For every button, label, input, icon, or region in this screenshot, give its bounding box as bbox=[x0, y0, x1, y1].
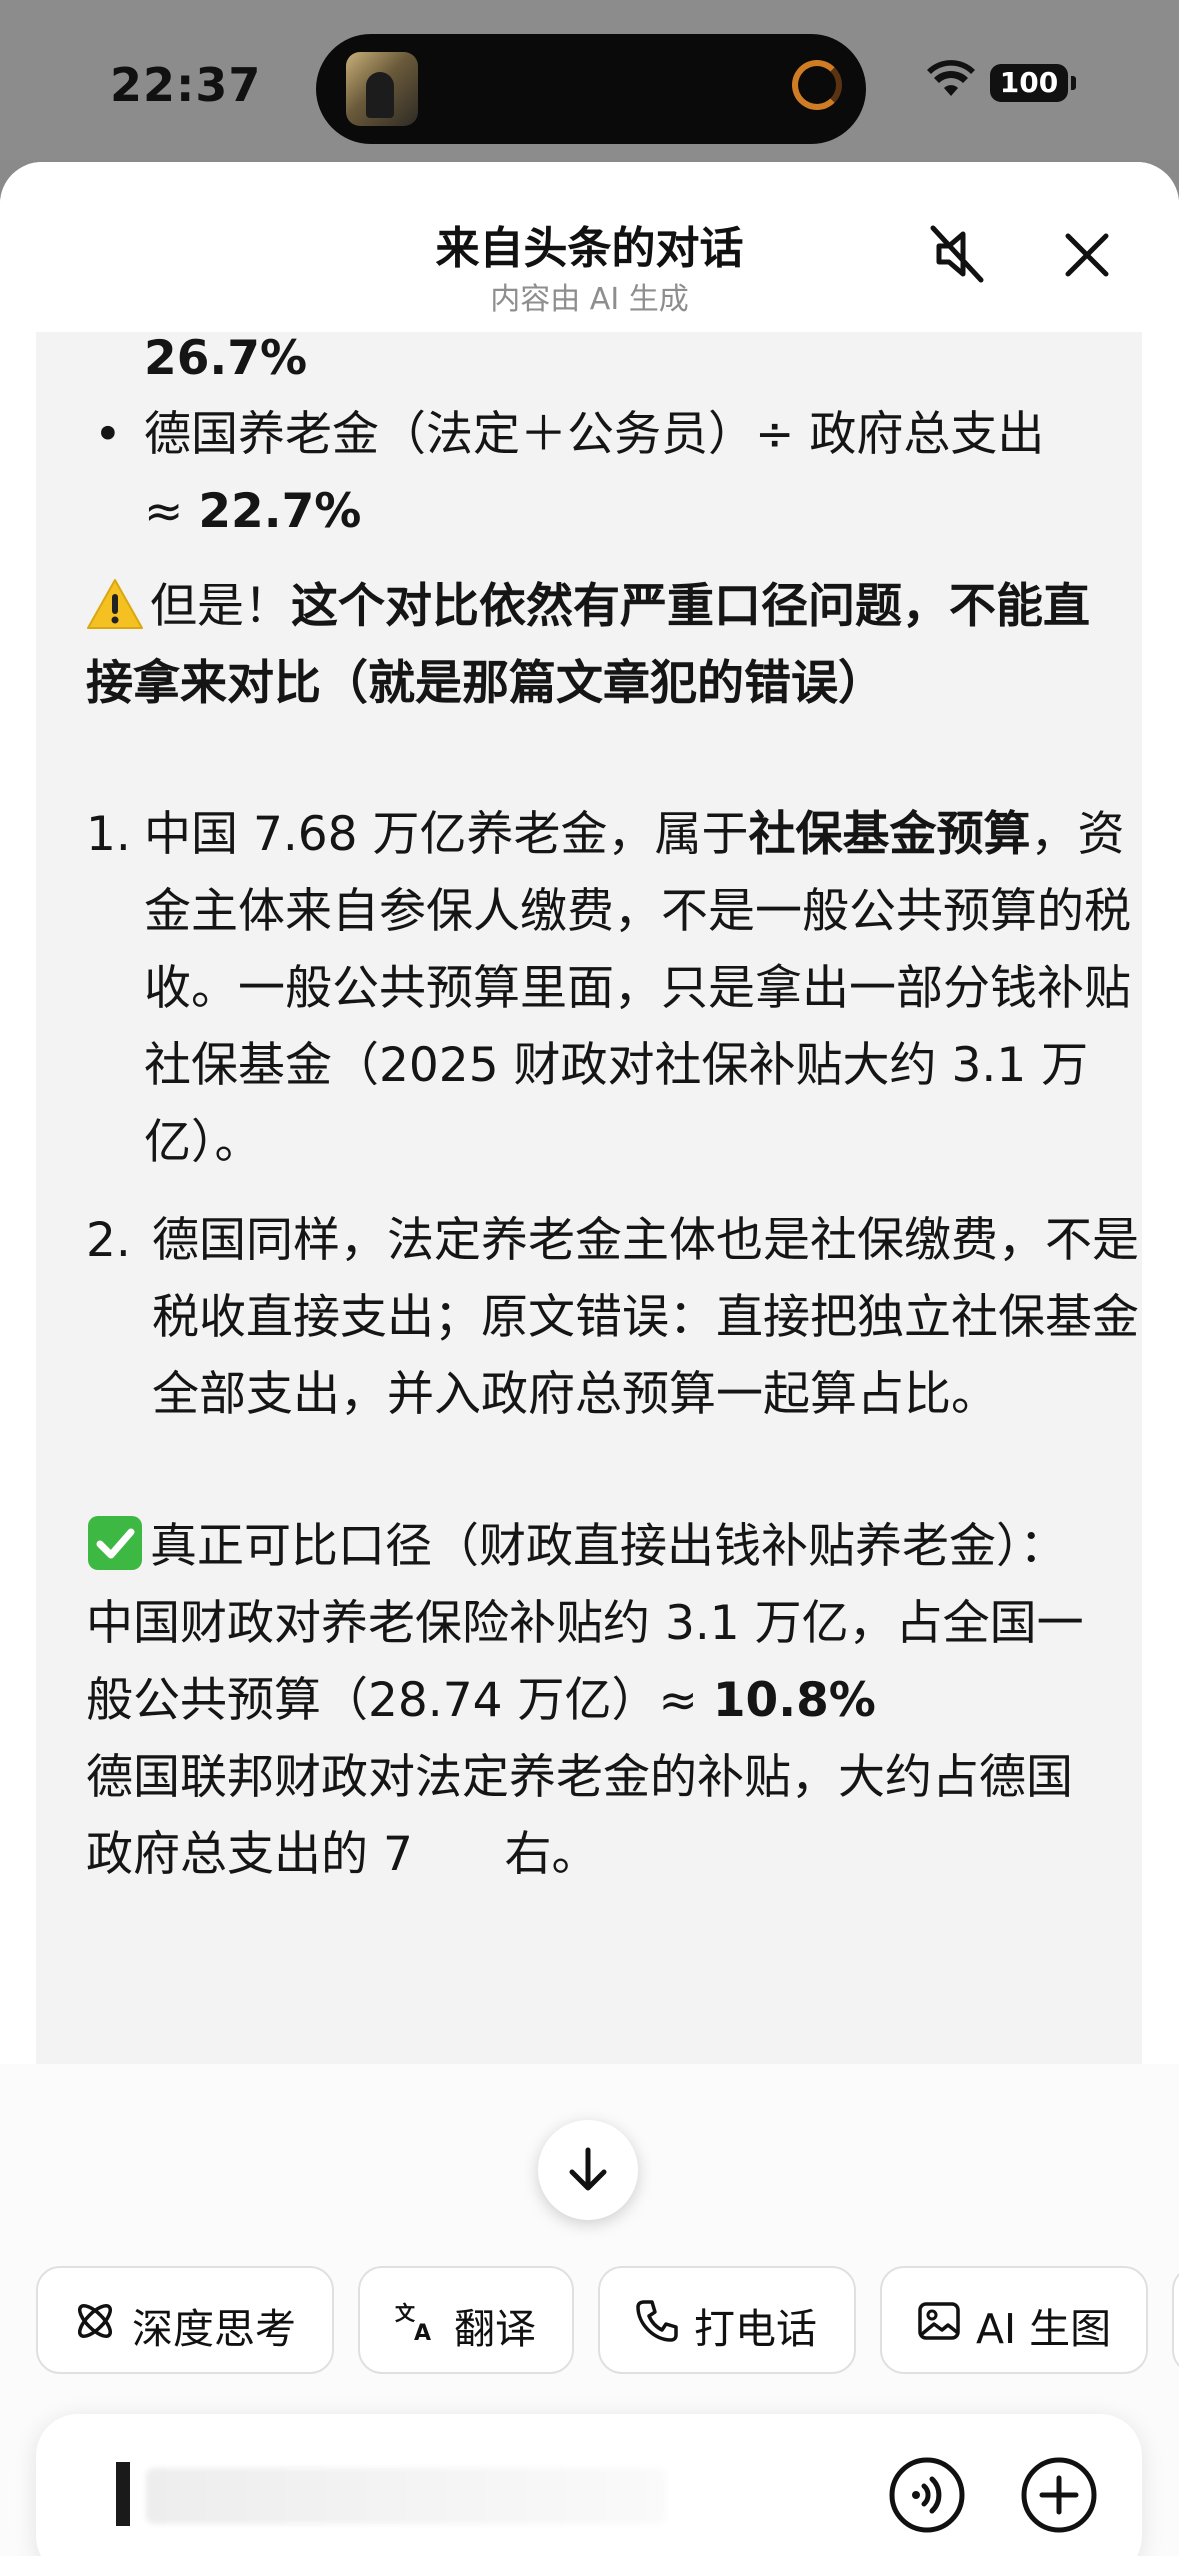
bullet-dot: • bbox=[94, 407, 122, 462]
status-bar: 22:37 100 bbox=[0, 0, 1179, 160]
sheet-title: 来自头条的对话 bbox=[435, 223, 744, 274]
chip-label: 翻译 bbox=[454, 2305, 536, 2353]
item2-text: 德国同样，法定养老金主体也是社保缴费，不是税收直接支出；原文错误：直接把独立社保… bbox=[152, 1213, 1139, 1422]
plus-icon[interactable] bbox=[1020, 2456, 1098, 2534]
svg-text:文: 文 bbox=[395, 2301, 416, 2325]
list-number-2: 2. bbox=[86, 1213, 131, 1268]
chip-label: 深度思考 bbox=[132, 2305, 296, 2353]
item1-pre: 中国 7.68 万亿养老金，属于 bbox=[144, 807, 749, 862]
atom-icon bbox=[78, 2304, 112, 2338]
svg-text:A: A bbox=[414, 2321, 431, 2344]
warning-icon bbox=[87, 579, 143, 629]
mute-speaker-icon[interactable] bbox=[925, 222, 989, 286]
sheet-header: 来自头条的对话 内容由 AI 生成 bbox=[0, 162, 1179, 332]
germany-hidden: %左 bbox=[413, 1827, 505, 1882]
status-time: 22:37 bbox=[110, 58, 262, 112]
list-item-bullet: • 德国养老金（法定＋公务员）÷ 政府总支出 ≈ 22.7% bbox=[86, 396, 1142, 550]
voice-input-icon[interactable] bbox=[888, 2456, 966, 2534]
chip-more[interactable] bbox=[1172, 2266, 1179, 2374]
chip-call[interactable]: 打电话 bbox=[598, 2266, 856, 2374]
dynamic-island[interactable] bbox=[316, 34, 866, 144]
bullet-result-prefix: ≈ bbox=[144, 484, 199, 539]
message-input[interactable] bbox=[36, 2414, 1142, 2556]
item1-bold: 社保基金预算 bbox=[748, 807, 1031, 862]
close-icon[interactable] bbox=[1058, 226, 1116, 284]
warning-lead: 但是！ bbox=[150, 579, 291, 634]
warning-paragraph: 但是！这个对比依然有严重口径问题，不能直接拿来对比（就是那篇文章犯的错误） bbox=[86, 568, 1096, 722]
activity-ring-icon bbox=[792, 60, 842, 110]
conversation-sheet: 来自头条的对话 内容由 AI 生成 26.7% • 德国养老金（法定＋公务员）÷… bbox=[0, 162, 1179, 2556]
chip-label: 打电话 bbox=[694, 2305, 817, 2353]
phone-icon bbox=[636, 2300, 678, 2342]
list-item-1: 1. 中国 7.68 万亿养老金，属于社保基金预算，资金主体来自参保人缴费，不是… bbox=[86, 796, 1142, 1181]
input-blurred-text bbox=[146, 2468, 666, 2524]
translate-icon: 文 A bbox=[395, 2301, 431, 2344]
germany-post: 右。 bbox=[504, 1827, 599, 1882]
chip-label: AI 生图 bbox=[976, 2305, 1112, 2353]
bullet-result: 22.7% bbox=[198, 484, 362, 539]
check-icon bbox=[88, 1516, 142, 1570]
check-text: 真正可比口径（财政直接出钱补贴养老金）： bbox=[150, 1519, 1067, 1574]
list-item-2: 2. 德国同样，法定养老金主体也是社保缴费，不是税收直接支出；原文错误：直接把独… bbox=[86, 1202, 1142, 1433]
scroll-to-bottom-button[interactable] bbox=[538, 2120, 638, 2220]
text-caret bbox=[116, 2462, 130, 2526]
image-icon bbox=[918, 2302, 960, 2340]
arrow-down-icon bbox=[569, 2147, 607, 2191]
wifi-icon bbox=[927, 60, 975, 96]
comparable-paragraph: 真正可比口径（财政直接出钱补贴养老金）： 中国财政对养老保险补贴约 3.1 万亿… bbox=[86, 1508, 1086, 1893]
china-percent: 10.8% bbox=[712, 1673, 876, 1728]
battery-indicator: 100 bbox=[990, 64, 1076, 102]
chip-deep-think[interactable]: 深度思考 bbox=[36, 2266, 334, 2374]
ai-answer-bubble: 26.7% • 德国养老金（法定＋公务员）÷ 政府总支出 ≈ 22.7% 但是！… bbox=[36, 328, 1142, 2064]
chip-translate[interactable]: 文 A 翻译 bbox=[358, 2266, 574, 2374]
sheet-subtitle: 内容由 AI 生成 bbox=[490, 282, 689, 317]
chip-ai-image[interactable]: AI 生图 bbox=[880, 2266, 1148, 2374]
now-playing-artwork bbox=[346, 52, 418, 126]
list-number-1: 1. bbox=[86, 807, 131, 862]
china-line: 中国财政对养老保险补贴约 3.1 万亿，占全国一般公共预算（28.74 万亿）≈ bbox=[86, 1596, 1084, 1728]
percentage-top: 26.7% bbox=[144, 331, 308, 386]
bullet-text: 德国养老金（法定＋公务员）÷ 政府总支出 bbox=[144, 407, 1045, 462]
